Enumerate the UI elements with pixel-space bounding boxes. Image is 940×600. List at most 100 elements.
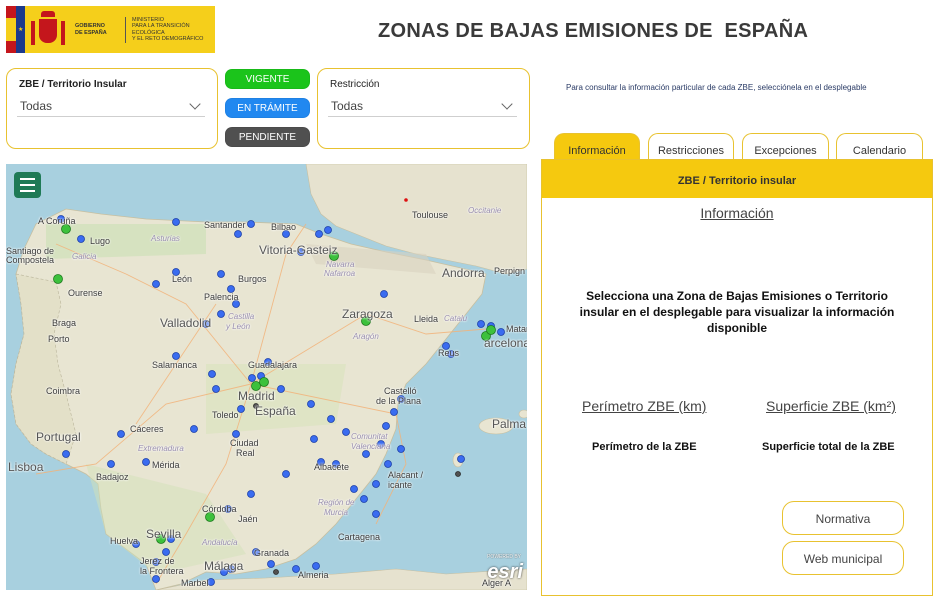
map-label: Jaén — [238, 514, 258, 524]
map-label: Lugo — [90, 236, 111, 246]
map-label: Murcia — [324, 508, 349, 517]
map-label: Santander — [204, 220, 246, 230]
map-label: Palma — [492, 417, 527, 431]
map-label: Marbel — [181, 578, 209, 588]
tab-informacion[interactable]: Información — [554, 133, 640, 160]
map-label: Granada — [254, 548, 290, 558]
map-label: Occitanie — [468, 206, 502, 215]
map-label: Matar — [506, 324, 527, 334]
powered-by-label: POWERED BY — [487, 554, 521, 560]
map-label: icante — [388, 480, 413, 490]
map-label: Comunitat — [351, 432, 388, 441]
map-label: Braga — [52, 318, 77, 328]
map-label: Zaragoza — [342, 307, 393, 321]
coat-of-arms-icon — [31, 10, 65, 49]
map-label: Asturias — [151, 234, 180, 243]
map-label: Perpign — [494, 266, 526, 276]
eu-flag-icon — [16, 6, 25, 53]
map-label: Galicia — [72, 252, 97, 261]
map-label: Jerez de — [140, 556, 175, 566]
menu-bar — [20, 178, 35, 180]
esri-logo[interactable]: esri — [487, 561, 523, 584]
map-label: Salamanca — [152, 360, 198, 370]
tab-excepciones[interactable]: Excepciones — [742, 133, 829, 160]
gov-text: GOBIERNO DE ESPAÑA — [75, 23, 107, 36]
restriction-dropdown-value: Todas — [331, 99, 364, 113]
perimeter-label: Perímetro ZBE (km) — [582, 398, 707, 414]
map-label: Santiago de Compostela — [6, 246, 55, 265]
tab-calendario[interactable]: Calendario — [836, 133, 923, 160]
map-label: Huelva — [110, 536, 139, 546]
map-label: Burgos — [238, 274, 267, 284]
map-view[interactable]: A Coruña Lugo Santiago de Compostela Gal… — [6, 164, 527, 590]
map-label: Córdoba — [202, 504, 237, 514]
map-canvas — [10, 164, 527, 590]
app-root: GOBIERNO DE ESPAÑA MINISTERIO PARA LA TR… — [0, 0, 940, 600]
pendiente-button[interactable]: PENDIENTE — [225, 127, 310, 147]
zbe-filter-label: ZBE / Territorio Insular — [19, 79, 127, 90]
map-label: Toledo — [212, 410, 239, 420]
info-note: Para consultar la información particular… — [566, 83, 867, 92]
map-label: Ciudad — [230, 438, 259, 448]
government-logo: GOBIERNO DE ESPAÑA MINISTERIO PARA LA TR… — [6, 6, 215, 53]
map-menu-button[interactable] — [14, 172, 41, 198]
map-label: Catalu — [444, 314, 468, 323]
map-label: Nafarroa — [324, 269, 356, 278]
map-label: Albacete — [314, 462, 350, 472]
map-label: Almeria — [298, 570, 329, 580]
map-label: y León — [226, 322, 251, 331]
map-label: Toulouse — [412, 210, 449, 220]
map-label: Porto — [48, 334, 70, 344]
map-label: Málaga — [204, 559, 244, 573]
map-label: Castelló — [384, 386, 417, 396]
map-label: Extremadura — [138, 444, 184, 453]
map-label: Ourense — [68, 288, 103, 298]
zbe-filter-card: ZBE / Territorio Insular Todas — [6, 68, 218, 149]
map-label: Badajoz — [96, 472, 129, 482]
map-label: Cartagena — [338, 532, 381, 542]
map-label: Mérida — [152, 460, 180, 470]
perimeter-value: Perímetro de la ZBE — [592, 441, 697, 453]
normativa-button[interactable]: Normativa — [782, 501, 904, 535]
zbe-dropdown[interactable]: Todas — [17, 95, 205, 117]
map-label: Palencia — [204, 292, 239, 302]
en-tramite-button[interactable]: EN TRÁMITE — [225, 98, 310, 118]
map-label: Sevilla — [146, 527, 182, 541]
restriction-filter-label: Restricción — [330, 79, 380, 90]
map-label: Real — [236, 448, 255, 458]
panel-message: Selecciona una Zona de Bajas Emisiones o… — [579, 289, 895, 335]
surface-value: Superficie total de la ZBE — [762, 441, 895, 453]
spain-flag-icon — [6, 6, 16, 53]
menu-bar — [20, 190, 35, 192]
map-label: Lisboa — [8, 460, 44, 474]
web-municipal-button[interactable]: Web municipal — [782, 541, 904, 575]
menu-bar — [20, 184, 35, 186]
tab-restricciones[interactable]: Restricciones — [648, 133, 734, 160]
map-label: Vitoria-Gasteiz — [259, 243, 338, 257]
map-label: Andorra — [442, 266, 485, 280]
map-label: España — [255, 404, 296, 418]
surface-label: Superficie ZBE (km²) — [766, 398, 896, 414]
map-label: Valladolid — [160, 316, 212, 330]
map-label: Cáceres — [130, 424, 164, 434]
map-label: de la Plana — [376, 396, 422, 406]
page-title: ZONAS DE BAJAS EMISIONES DE ESPAÑA — [378, 20, 809, 42]
panel-header: ZBE / Territorio insular — [542, 160, 932, 198]
map-label: arcelona — [484, 336, 527, 350]
chevron-down-icon — [501, 98, 513, 110]
panel-subtitle: Información — [700, 205, 774, 221]
map-label: Castilla — [228, 312, 255, 321]
map-label: Alacant / — [388, 470, 424, 480]
map-label: Andalucía — [202, 538, 238, 547]
map-label: León — [172, 274, 193, 284]
zbe-dropdown-value: Todas — [20, 99, 53, 113]
restriction-dropdown[interactable]: Todas — [328, 95, 517, 117]
map-label: Lleida — [414, 314, 439, 324]
restriction-filter-card: Restricción Todas — [317, 68, 530, 149]
map-label: Región de — [318, 498, 355, 507]
map-label: la Frontera — [140, 566, 184, 576]
vigente-button[interactable]: VIGENTE — [225, 69, 310, 89]
map-label: A Coruña — [38, 216, 76, 226]
map-label: Aragón — [353, 332, 379, 341]
map-label: Valenciana — [351, 442, 391, 451]
